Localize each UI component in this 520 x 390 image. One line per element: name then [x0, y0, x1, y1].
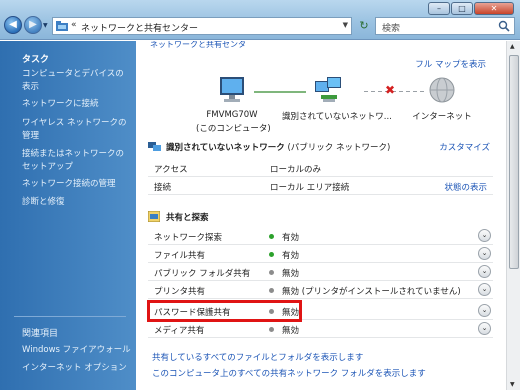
vertical-scrollbar[interactable]: ▲ ▼ [506, 41, 520, 390]
tasks-heading: タスク [22, 55, 50, 65]
highlight-box [147, 300, 302, 322]
network-name: 識別されていないネットワ... [282, 112, 392, 122]
sidebar-item-connect[interactable]: ネットワークに接続 [22, 98, 132, 111]
address-bar[interactable]: « ネットワークと共有センター ▼ [52, 17, 352, 35]
sharing-icon [148, 211, 160, 222]
close-button[interactable]: ✕ [474, 2, 514, 15]
status-off-icon [269, 327, 274, 332]
sidebar-item-manage-connections[interactable]: ネットワーク接続の管理 [22, 178, 132, 191]
network-folder-icon [56, 21, 68, 31]
sharing-row-file[interactable]: ファイル共有 有効 ⌄ [148, 245, 493, 263]
refresh-icon[interactable]: ↻ [357, 19, 371, 33]
minimize-button[interactable]: – [428, 2, 450, 15]
sidebar-item-internet-options[interactable]: インターネット オプション [22, 362, 132, 375]
row-key: メディア共有 [154, 326, 205, 336]
network-node[interactable]: 識別されていないネットワ... [282, 75, 392, 122]
window-controls: – □ ✕ [428, 2, 514, 15]
row-key: アクセス [154, 165, 188, 175]
main-content: ネットワークと共有センタ フル マップを表示 FMVMG70W (このコンピュー… [136, 41, 506, 390]
view-status-link[interactable]: 状態の表示 [444, 181, 487, 193]
expand-chevron-icon[interactable]: ⌄ [478, 322, 491, 335]
scroll-up-icon[interactable]: ▲ [510, 43, 515, 50]
sidebar-item-view-computers[interactable]: コンピュータとデバイスの表示 [22, 68, 132, 94]
expand-chevron-icon[interactable]: ⌄ [478, 265, 491, 278]
expand-chevron-icon[interactable]: ⌄ [478, 304, 491, 317]
related-heading: 関連項目 [22, 329, 59, 339]
row-key: プリンタ共有 [154, 287, 206, 297]
sharing-row-media[interactable]: メディア共有 無効 ⌄ [148, 320, 493, 338]
page-title: ネットワークと共有センタ [150, 41, 246, 49]
search-placeholder: 検索 [382, 24, 401, 34]
row-value: ローカル エリア接続 [270, 183, 350, 193]
row-key: ネットワーク探索 [154, 233, 223, 243]
back-button[interactable]: ◀ [4, 16, 22, 34]
sidebar-item-wireless[interactable]: ワイヤレス ネットワークの管理 [22, 117, 132, 143]
network-title: 識別されていないネットワーク (パブリック ネットワーク) [166, 141, 390, 153]
full-map-link[interactable]: フル マップを表示 [415, 58, 486, 70]
sharing-section-header: 共有と探索 [148, 211, 500, 225]
expand-chevron-icon[interactable]: ⌄ [478, 283, 491, 296]
row-key: 接続 [154, 183, 172, 193]
network-title-name: 識別されていないネットワーク [166, 143, 285, 153]
row-key: ファイル共有 [154, 251, 206, 261]
sharing-row-discovery[interactable]: ネットワーク探索 有効 ⌄ [148, 227, 493, 245]
computer-icon [220, 77, 244, 102]
scroll-down-icon[interactable]: ▼ [510, 381, 515, 388]
status-on-icon [269, 252, 274, 257]
computer-node[interactable]: FMVMG70W (このコンピュータ) [196, 75, 271, 134]
sidebar-item-diagnose[interactable]: 診断と修復 [22, 196, 132, 209]
customize-link[interactable]: カスタマイズ [439, 141, 490, 153]
scroll-thumb[interactable] [509, 55, 519, 269]
row-value: 有効 [282, 251, 300, 261]
computer-name: FMVMG70W [206, 110, 258, 120]
disconnected-x-icon: ✖ [385, 83, 396, 97]
network-type: (パブリック ネットワーク) [287, 143, 391, 153]
address-toolbar: ◀ ▶ ▼ « ネットワークと共有センター ▼ ↻ 検索 – □ ✕ [0, 0, 520, 40]
network-icon [315, 77, 341, 102]
status-on-icon [269, 234, 274, 239]
task-pane: タスク コンピュータとデバイスの表示 ネットワークに接続 ワイヤレス ネットワー… [0, 41, 136, 390]
breadcrumb-chevron-icon[interactable]: « [71, 20, 77, 30]
maximize-button[interactable]: □ [451, 2, 473, 15]
search-icon[interactable] [498, 20, 510, 32]
search-input[interactable]: 検索 [375, 17, 515, 35]
expand-chevron-icon[interactable]: ⌄ [478, 247, 491, 260]
status-off-icon [269, 270, 274, 275]
row-value: 無効 [282, 326, 300, 336]
status-off-icon [269, 288, 274, 293]
sharing-heading: 共有と探索 [166, 213, 209, 223]
globe-icon [429, 77, 455, 103]
address-dropdown-icon[interactable]: ▼ [343, 21, 348, 29]
sidebar-item-setup[interactable]: 接続またはネットワークのセットアップ [22, 148, 132, 174]
internet-node[interactable]: インターネット [412, 75, 472, 122]
row-value: ローカルのみ [270, 165, 322, 175]
row-value: 無効 (プリンタがインストールされていません) [282, 287, 461, 297]
row-value: 無効 [282, 269, 300, 279]
history-dropdown-icon[interactable]: ▼ [43, 22, 48, 29]
divider [14, 316, 126, 317]
row-value: 有効 [282, 233, 300, 243]
show-shared-folders-link[interactable]: このコンピュータ上のすべての共有ネットワーク フォルダを表示します [152, 367, 426, 379]
computer-subtitle: (このコンピュータ) [196, 124, 271, 134]
sidebar-item-firewall[interactable]: Windows ファイアウォール [22, 344, 132, 357]
show-shared-files-link[interactable]: 共有しているすべてのファイルとフォルダを表示します [152, 351, 363, 363]
sharing-row-printer[interactable]: プリンタ共有 無効 (プリンタがインストールされていません) ⌄ [148, 281, 493, 299]
internet-label: インターネット [412, 112, 472, 122]
network-row-access: アクセス ローカルのみ [148, 159, 493, 177]
forward-button[interactable]: ▶ [24, 16, 42, 34]
sharing-row-public-folder[interactable]: パブリック フォルダ共有 無効 ⌄ [148, 263, 493, 281]
network-row-connection: 接続 ローカル エリア接続 状態の表示 [148, 177, 493, 195]
breadcrumb[interactable]: ネットワークと共有センター [81, 21, 198, 34]
row-key: パブリック フォルダ共有 [154, 269, 251, 279]
expand-chevron-icon[interactable]: ⌄ [478, 229, 491, 242]
network-small-icon [148, 142, 161, 151]
